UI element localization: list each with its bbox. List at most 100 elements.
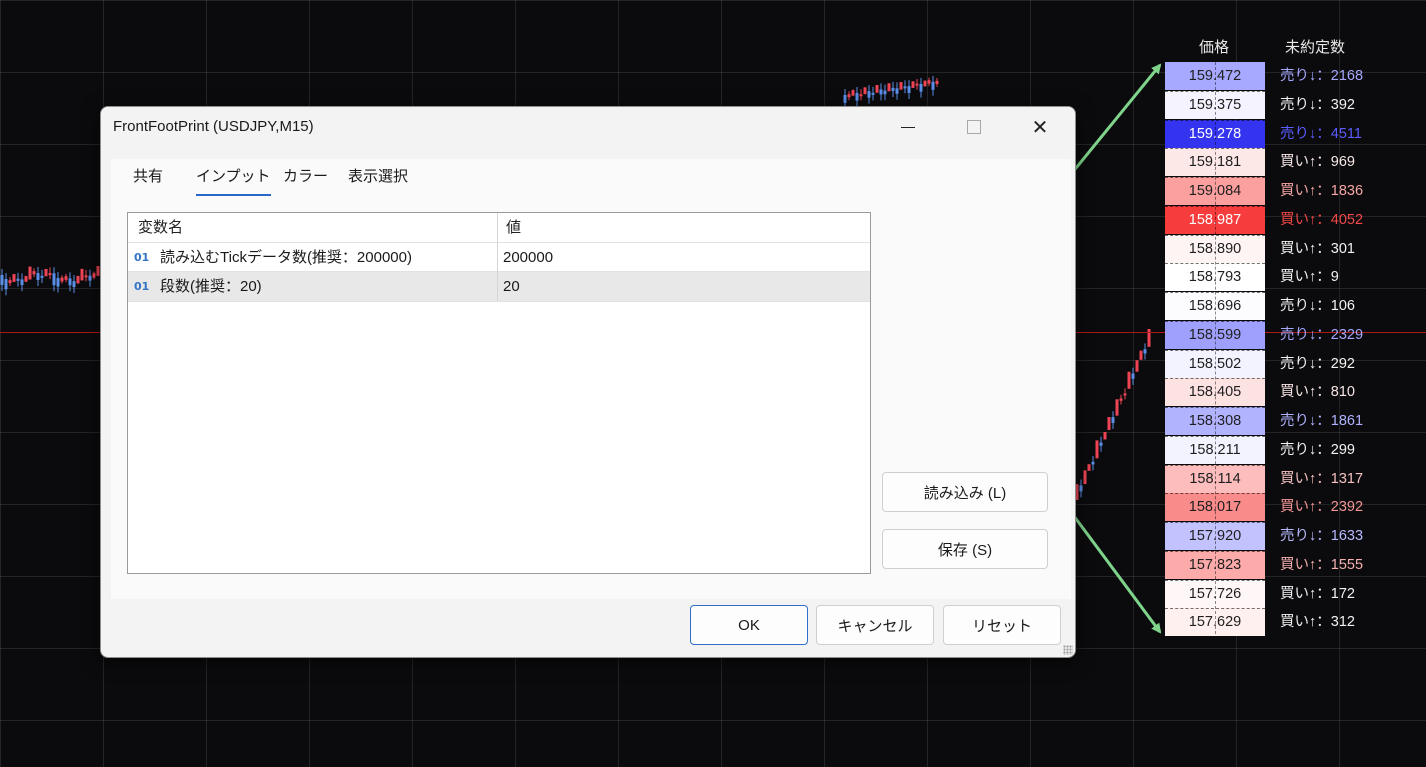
- ladder-order-side: 買い↑：9: [1280, 263, 1420, 291]
- candle: [36, 267, 40, 286]
- order-volume: 810: [1330, 384, 1355, 400]
- ladder-order-side: 買い↑：1836: [1280, 177, 1420, 205]
- ladder-order-side: 売り↓：1633: [1280, 522, 1420, 550]
- minimize-button[interactable]: [885, 107, 931, 147]
- separator: ：: [1316, 557, 1331, 573]
- ladder-order-side: 売り↓：4511: [1280, 120, 1420, 148]
- param-value[interactable]: 200000: [503, 243, 553, 272]
- order-volume: 172: [1330, 586, 1355, 602]
- column-header-name[interactable]: 変数名: [138, 213, 183, 242]
- separator: ：: [1316, 499, 1331, 515]
- order-volume: 1836: [1330, 183, 1364, 199]
- maximize-icon: [967, 120, 981, 134]
- ladder-order-side: 買い↑：1555: [1280, 551, 1420, 579]
- candle: [92, 271, 96, 280]
- ok-button[interactable]: OK: [690, 605, 808, 645]
- candle: [895, 82, 899, 100]
- reset-button[interactable]: リセット: [943, 605, 1061, 645]
- separator: ：: [1316, 471, 1331, 487]
- candle: [84, 269, 88, 282]
- separator: ：: [1316, 528, 1331, 544]
- save-button[interactable]: 保存 (S): [882, 529, 1048, 569]
- candle: [1099, 436, 1103, 452]
- order-direction: 買い↑: [1280, 269, 1317, 285]
- maximize-button[interactable]: [951, 107, 997, 147]
- tab-colors[interactable]: カラー: [283, 165, 328, 186]
- candle: [60, 275, 64, 284]
- candle: [919, 77, 923, 98]
- candle: [891, 81, 895, 97]
- candle: [4, 272, 8, 296]
- candle: [1115, 399, 1119, 416]
- candle: [1111, 411, 1115, 429]
- separator: ：: [1316, 586, 1331, 602]
- order-direction: 買い↑: [1280, 384, 1317, 400]
- table-row[interactable]: 01 読み込むTickデータ数(推奨：200000) 200000: [128, 243, 870, 272]
- candle: [1083, 470, 1087, 484]
- order-volume: 2392: [1330, 499, 1364, 515]
- candle: [88, 269, 92, 287]
- candle: [883, 84, 887, 101]
- close-button[interactable]: ✕: [1017, 107, 1063, 147]
- candle: [12, 274, 16, 282]
- candle: [923, 80, 927, 87]
- order-volume: 299: [1330, 442, 1355, 458]
- candle: [859, 89, 863, 101]
- ladder-center-line: [1215, 62, 1216, 634]
- load-button[interactable]: 読み込み (L): [882, 472, 1048, 512]
- candle: [871, 86, 875, 101]
- ladder-order-side: 売り↓：292: [1280, 350, 1420, 378]
- tab-inputs[interactable]: インプット: [196, 165, 271, 196]
- minimize-icon: [901, 126, 915, 128]
- dialog-titlebar[interactable]: FrontFootPrint (USDJPY,M15) ✕: [101, 107, 1075, 147]
- candle: [68, 272, 72, 292]
- ladder-order-side: 売り↓：2329: [1280, 321, 1420, 349]
- order-volume: 312: [1330, 614, 1355, 630]
- order-volume: 2329: [1330, 327, 1364, 343]
- candle: [915, 78, 919, 90]
- column-header-value[interactable]: 値: [506, 213, 521, 242]
- separator: ：: [1316, 384, 1331, 400]
- ladder-order-side: 買い↑：810: [1280, 378, 1420, 406]
- separator: ：: [1316, 183, 1331, 199]
- tab-display-select[interactable]: 表示選択: [348, 165, 408, 186]
- separator: ：: [1316, 68, 1331, 84]
- order-direction: 買い↑: [1280, 212, 1317, 228]
- candle: [879, 83, 883, 101]
- table-row[interactable]: 01 段数(推奨：20) 20: [128, 272, 870, 301]
- order-direction: 売り↓: [1280, 68, 1317, 84]
- order-volume: 969: [1330, 154, 1355, 170]
- ladder-order-side: 売り↓：299: [1280, 436, 1420, 464]
- tab-common[interactable]: 共有: [133, 165, 163, 186]
- close-icon: ✕: [1031, 116, 1049, 139]
- properties-dialog: FrontFootPrint (USDJPY,M15) ✕ 共有 インプット カ…: [100, 106, 1076, 658]
- order-direction: 売り↓: [1280, 327, 1317, 343]
- ladder-header-price: 価格: [1199, 38, 1230, 56]
- order-volume: 1555: [1330, 557, 1364, 573]
- order-volume: 1861: [1330, 413, 1364, 429]
- param-value[interactable]: 20: [503, 272, 520, 301]
- order-direction: 売り↓: [1280, 97, 1317, 113]
- ladder-order-side: 買い↑：4052: [1280, 206, 1420, 234]
- order-direction: 売り↓: [1280, 413, 1317, 429]
- column-divider: [497, 213, 498, 301]
- resize-grip-icon[interactable]: [1063, 645, 1073, 655]
- candle: [28, 266, 32, 280]
- order-direction: 買い↑: [1280, 614, 1317, 630]
- candle: [1091, 455, 1095, 471]
- candle: [0, 269, 4, 291]
- candle: [887, 83, 891, 92]
- integer-type-icon: 01: [134, 251, 150, 264]
- order-volume: 4511: [1330, 126, 1362, 142]
- candle: [1139, 350, 1143, 360]
- candle: [48, 267, 52, 280]
- order-volume: 106: [1330, 298, 1355, 314]
- order-direction: 買い↑: [1280, 471, 1317, 487]
- cancel-button[interactable]: キャンセル: [816, 605, 934, 645]
- separator: ：: [1316, 614, 1331, 630]
- ladder-order-side: 買い↑：969: [1280, 148, 1420, 176]
- order-direction: 売り↓: [1280, 298, 1317, 314]
- ladder-order-side: 買い↑：2392: [1280, 493, 1420, 521]
- separator: ：: [1316, 442, 1331, 458]
- inputs-table[interactable]: 変数名 値 01 読み込むTickデータ数(推奨：200000) 200000 …: [127, 212, 871, 574]
